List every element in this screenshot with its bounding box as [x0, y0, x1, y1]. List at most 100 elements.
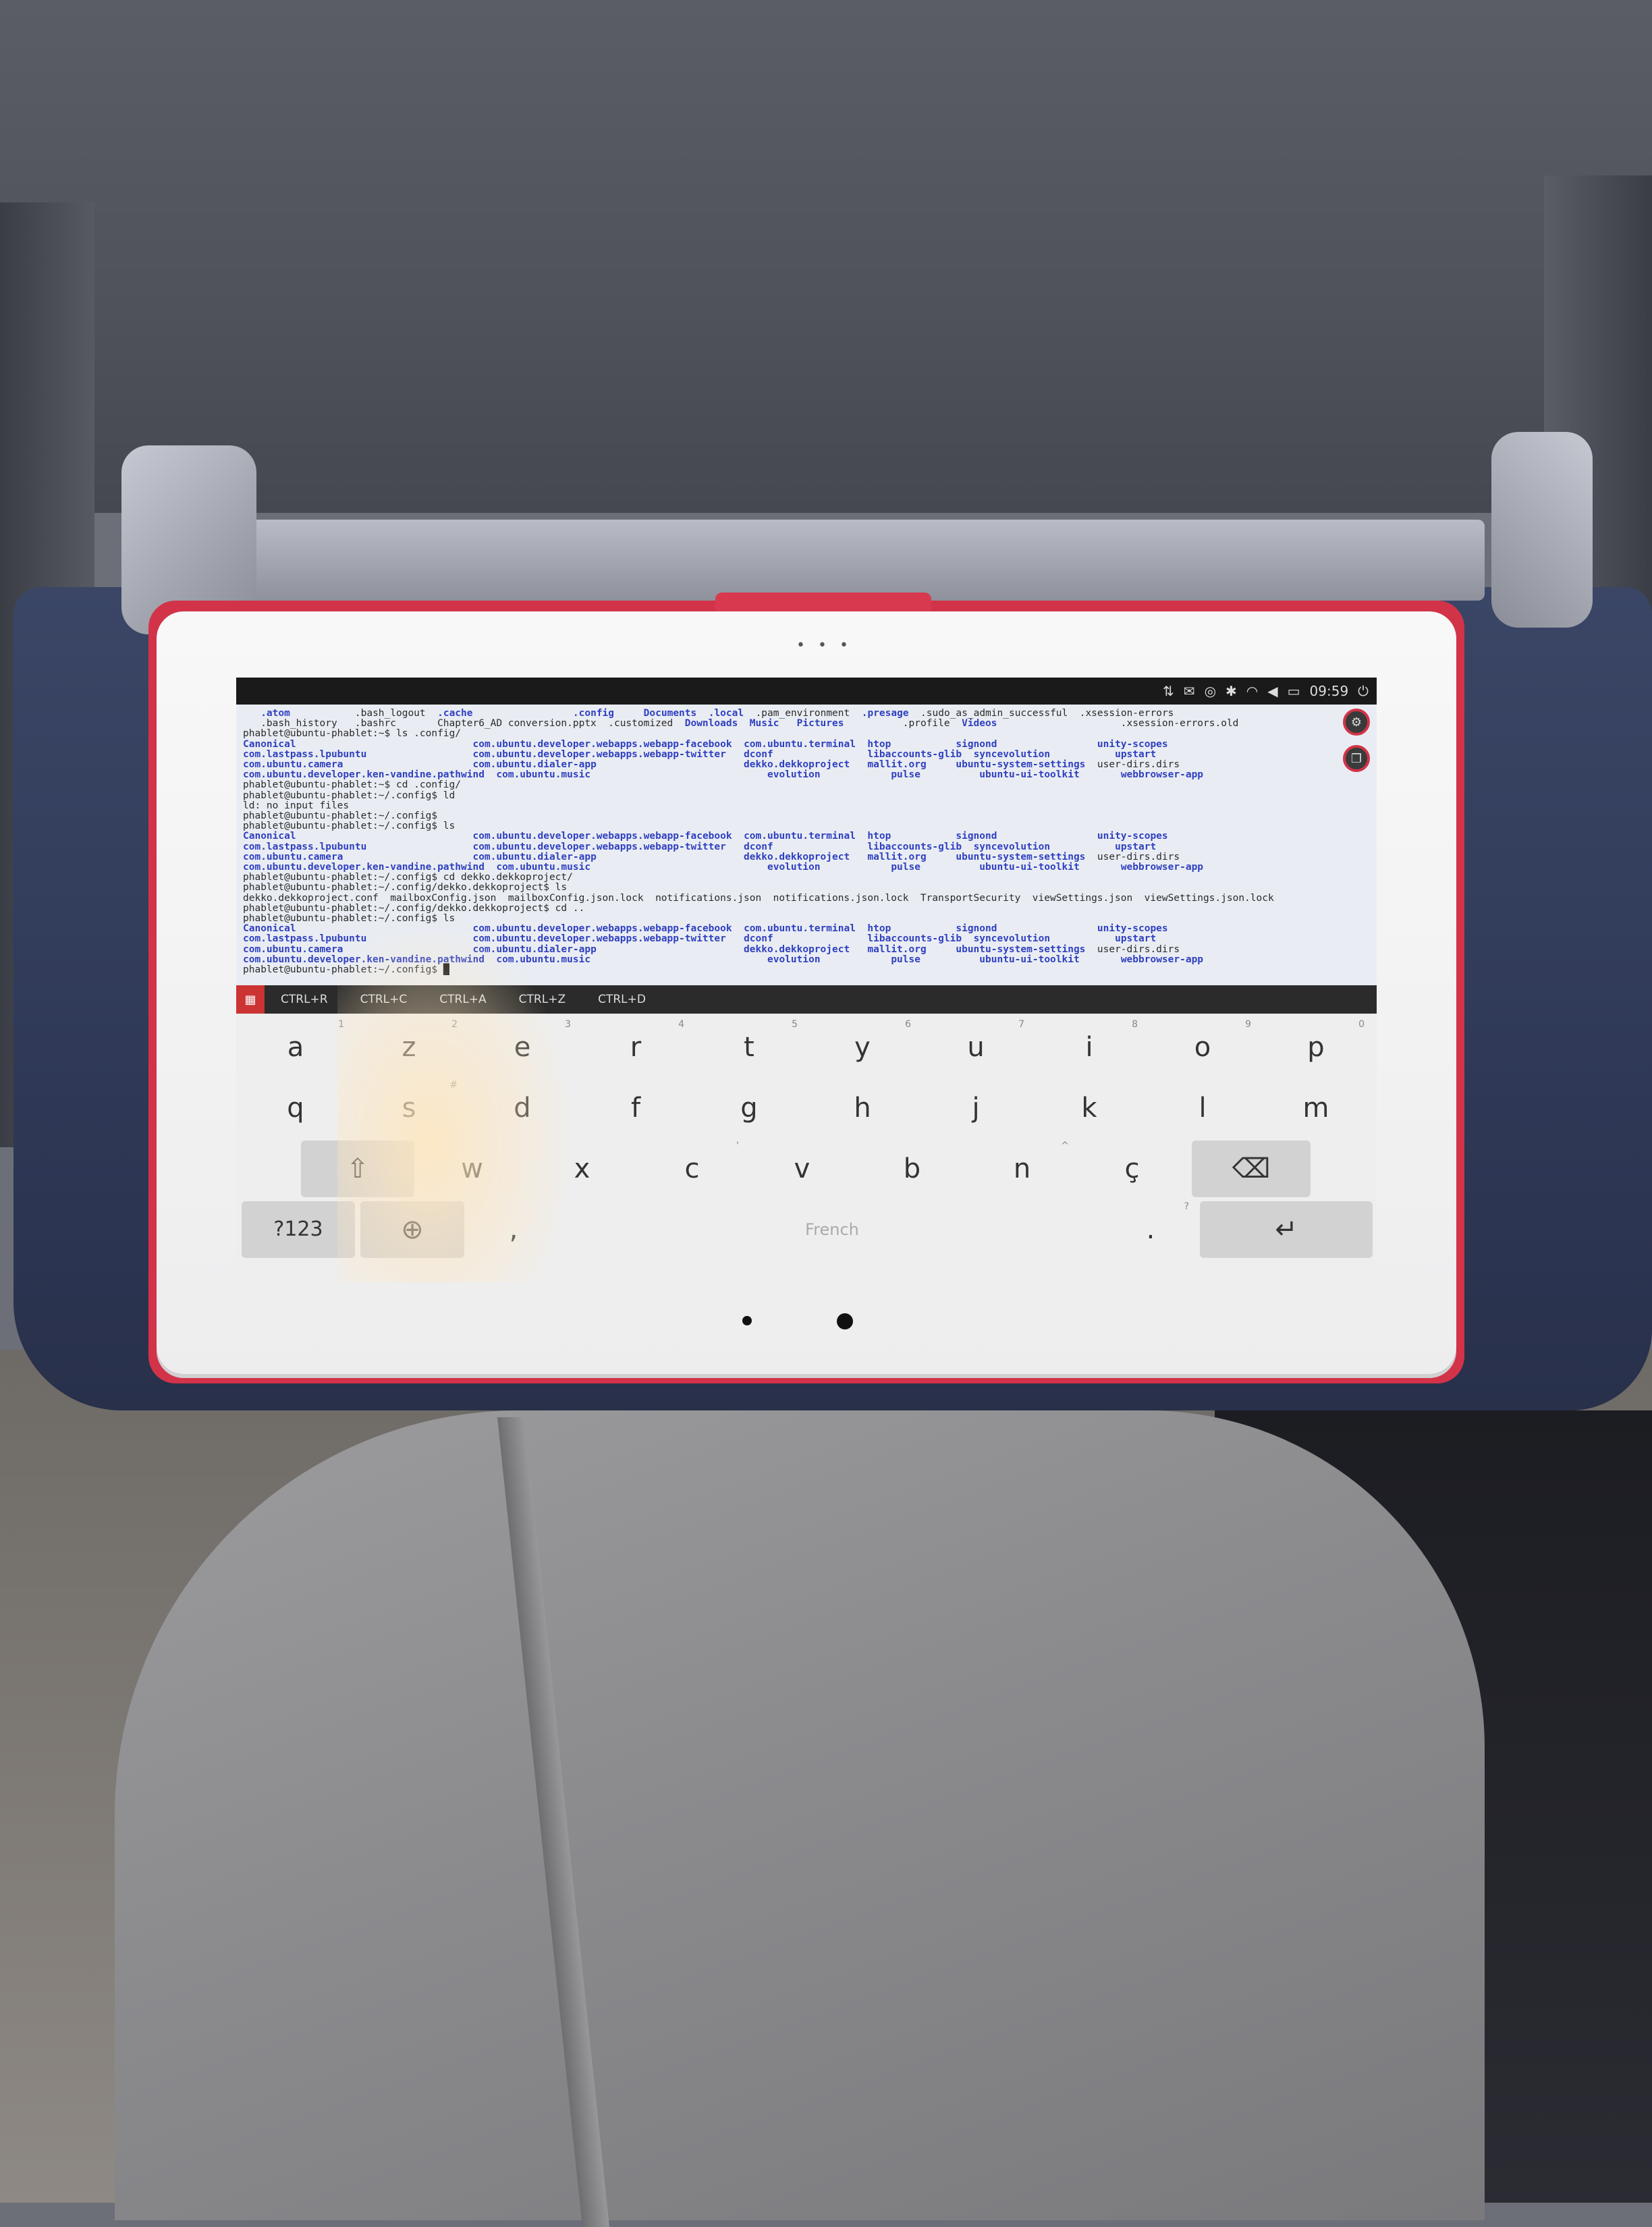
key-t[interactable]: t5: [695, 1019, 803, 1076]
status-bar: ⇅ ✉ ◎ ✱ ◠ ◀ ▭ 09:59 ⏻: [236, 678, 1377, 705]
key-n[interactable]: n ^: [970, 1140, 1074, 1197]
terminal-line: Canonical com.ubuntu.developer.webapps.w…: [243, 738, 1370, 750]
terminal-dir-name: signond: [956, 923, 997, 935]
terminal-dir-name: com.ubuntu.music: [496, 862, 591, 873]
terminal-line: Canonical com.ubuntu.developer.webapps.w…: [243, 831, 1370, 842]
key-label: v: [794, 1153, 810, 1184]
key-r[interactable]: r4: [582, 1019, 690, 1076]
key-c[interactable]: c ': [640, 1140, 744, 1197]
key-a[interactable]: a1: [242, 1019, 350, 1076]
language-key[interactable]: ⊕: [360, 1201, 464, 1258]
indicator-area[interactable]: ⇅ ✉ ◎ ✱ ◠ ◀ ▭ 09:59 ⏻: [1163, 683, 1369, 699]
key-u[interactable]: u7: [922, 1019, 1030, 1076]
terminal-dir-name: upstart: [1115, 841, 1157, 852]
key-label: t: [744, 1032, 754, 1063]
ctrl-z-key[interactable]: CTRL+Z: [503, 993, 582, 1006]
terminal-dir-name: com.ubuntu.music: [496, 954, 591, 965]
key-s[interactable]: s #: [355, 1080, 463, 1136]
terminal-dir-name: com.lastpass.lpubuntu: [243, 933, 367, 945]
key-x[interactable]: x: [530, 1140, 634, 1197]
key-z[interactable]: z2: [355, 1019, 463, 1076]
light-sensor: [742, 1316, 752, 1325]
key-i[interactable]: i8: [1035, 1019, 1143, 1076]
terminal-dir-name: upstart: [1115, 933, 1157, 945]
terminal-line: com.lastpass.lpubuntu com.ubuntu.develop…: [243, 934, 1370, 944]
terminal-dir-name: com.ubuntu.dialer-app: [472, 851, 597, 862]
terminal-dir-name: com.ubuntu.developer.ken-vandine.pathwin…: [243, 954, 485, 965]
key-e[interactable]: e3: [468, 1019, 576, 1076]
terminal-cursor: █: [443, 964, 449, 976]
key-o[interactable]: o9: [1149, 1019, 1257, 1076]
key-w[interactable]: w: [420, 1140, 524, 1197]
symbols-key[interactable]: ?123: [242, 1201, 355, 1258]
ctrl-a-key[interactable]: CTRL+A: [423, 993, 502, 1006]
key-label: g: [740, 1093, 758, 1124]
terminal-dir-name: upstart: [1115, 748, 1157, 760]
terminal-dir-name: pulse: [891, 862, 920, 873]
key-f[interactable]: f: [582, 1080, 690, 1136]
terminal-dir-name: com.ubuntu.developer.webapps.webapp-twit…: [472, 748, 726, 760]
ctrl-d-key[interactable]: CTRL+D: [582, 993, 662, 1006]
terminal-dir-name: Canonical: [243, 738, 296, 750]
settings-icon[interactable]: ⚙: [1343, 709, 1370, 736]
key-h[interactable]: h: [808, 1080, 916, 1136]
keyboard-menu-icon[interactable]: ▦: [236, 985, 265, 1014]
terminal-text: phablet@ubuntu-phablet:~/.config$ ls: [243, 913, 456, 925]
terminal-line: phablet@ubuntu-phablet:~/.config$ ls: [243, 821, 1370, 831]
terminal-output[interactable]: .atom .bash_logout .cache .config Docume…: [236, 705, 1377, 985]
terminal-dir-name: ubuntu-system-settings: [956, 943, 1086, 955]
terminal-dir-name: pulse: [891, 769, 920, 781]
key-label: h: [854, 1093, 871, 1124]
key-q[interactable]: q: [242, 1080, 350, 1136]
key-d[interactable]: d: [468, 1080, 576, 1136]
shift-key[interactable]: ⇧: [301, 1140, 414, 1197]
tabs-icon[interactable]: ❐: [1343, 745, 1370, 772]
terminal-dir-name: Videos: [962, 718, 997, 730]
key-l[interactable]: l: [1149, 1080, 1257, 1136]
key-v[interactable]: v: [750, 1140, 854, 1197]
ctrl-c-key[interactable]: CTRL+C: [344, 993, 424, 1006]
terminal-dir-name: signond: [956, 738, 997, 750]
key-c-cedilla[interactable]: ç: [1080, 1140, 1184, 1197]
key-m[interactable]: m: [1262, 1080, 1370, 1136]
key-p[interactable]: p0: [1262, 1019, 1370, 1076]
key-g[interactable]: g: [695, 1080, 803, 1136]
key-hint: 1: [338, 1019, 344, 1030]
space-key[interactable]: French: [563, 1201, 1101, 1258]
key-y[interactable]: y6: [808, 1019, 916, 1076]
home-button[interactable]: [837, 1313, 853, 1329]
terminal-text: phablet@ubuntu-phablet:~/.config$ cd dek…: [243, 872, 573, 883]
period-key[interactable]: . ?: [1107, 1201, 1194, 1258]
ctrl-r-key[interactable]: CTRL+R: [265, 993, 344, 1006]
terminal-dir-name: dconf: [744, 933, 773, 945]
key-hint: 5: [792, 1019, 798, 1030]
key-label: l: [1199, 1093, 1207, 1124]
key-j[interactable]: j: [922, 1080, 1030, 1136]
terminal-dir-name: Documents: [643, 708, 697, 719]
key-hint: 7: [1018, 1019, 1024, 1030]
comma-key[interactable]: ,: [470, 1201, 557, 1258]
terminal-dir-name: com.ubuntu.developer.webapps.webapp-face…: [472, 923, 732, 935]
backspace-key[interactable]: ⌫: [1192, 1140, 1311, 1197]
key-label: y: [854, 1032, 871, 1063]
terminal-text: phablet@ubuntu-phablet:~/.config$ ls: [243, 821, 456, 832]
key-k[interactable]: k: [1035, 1080, 1143, 1136]
terminal-text: user-dirs.dirs: [1085, 943, 1180, 955]
enter-key[interactable]: ↵: [1200, 1201, 1373, 1258]
key-b[interactable]: b: [860, 1140, 964, 1197]
